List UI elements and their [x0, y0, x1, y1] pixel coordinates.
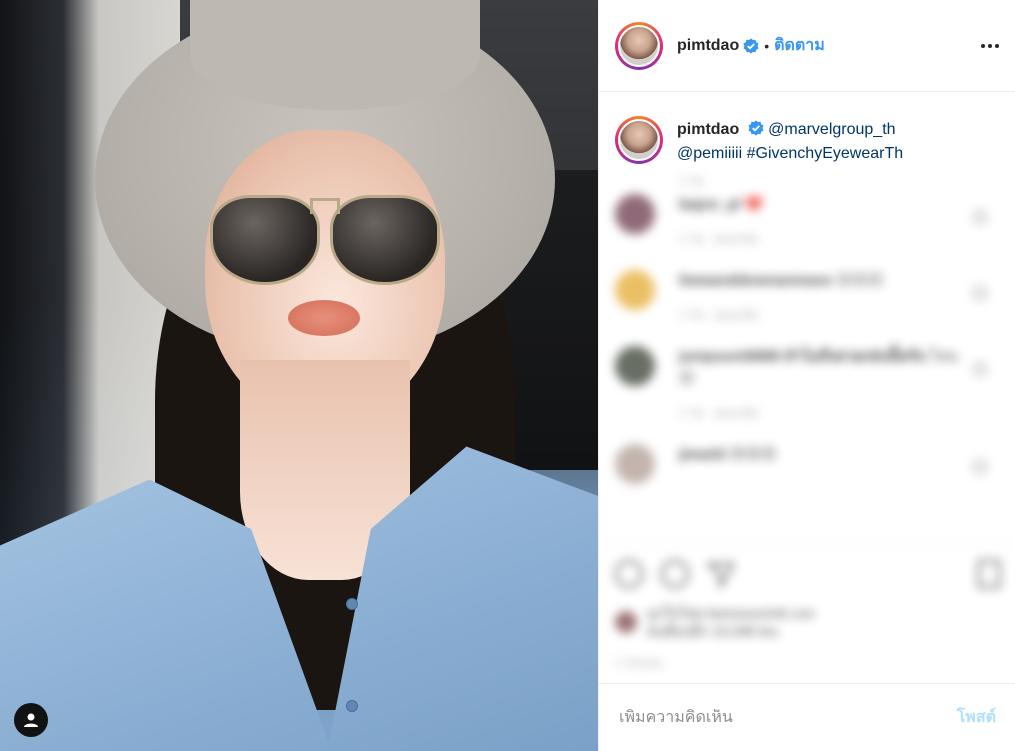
sunglasses-bridge — [310, 198, 340, 214]
comment-username[interactable]: jima33 — [679, 446, 726, 463]
reply-button[interactable]: ตอบกลับ — [714, 232, 759, 246]
comments-list: 1 วัน bajon_pl ❤️ 1 วัน ตอบกลับ liwwandd… — [599, 166, 1015, 484]
comment-time: 1 วัน — [679, 308, 704, 322]
separator-dot: • — [764, 37, 770, 54]
caption-username[interactable]: pimtdao — [677, 121, 739, 138]
comment-avatar[interactable] — [615, 194, 655, 234]
likes-count: คนอื่นๆอีก 15,048 คน — [647, 623, 778, 639]
comment-item: jumpsunt9888 ทำไมถึงสวยเช่นนี้ครับ ไหน 😊… — [615, 346, 999, 424]
sunglasses-lens-left — [210, 195, 320, 285]
like-comment-icon[interactable] — [973, 460, 987, 474]
heart-icon[interactable] — [615, 560, 643, 588]
shirt-button — [346, 598, 358, 610]
comment-username[interactable]: bajon_pl — [679, 196, 741, 213]
hashtag-link[interactable]: #GivenchyEyewearTh — [747, 145, 904, 162]
post-photo[interactable] — [0, 0, 598, 751]
sunglasses-lens-right — [330, 195, 440, 285]
save-bookmark-icon[interactable] — [978, 560, 1000, 588]
verified-badge-icon — [748, 120, 764, 136]
reply-button[interactable]: ตอบกลับ — [714, 406, 759, 420]
comment-avatar[interactable] — [615, 270, 655, 310]
likes-text: ถูกใจโดย bonosxunmit และ — [647, 605, 817, 621]
reply-button[interactable]: ตอบกลับ — [714, 308, 759, 322]
post-side-panel: pimtdao • ติดตาม pimtdao @marvelgroup_th… — [598, 0, 1015, 751]
comment-input[interactable] — [619, 708, 957, 727]
caption-avatar[interactable] — [615, 116, 663, 164]
likes-summary[interactable]: ถูกใจโดย bonosxunmit และ คนอื่นๆอีก 15,0… — [615, 604, 1000, 640]
mention-link[interactable]: @pemiiiii — [677, 145, 742, 162]
comment-text: ❤️ — [744, 196, 764, 213]
comment-text: 😊😊😊 — [836, 272, 884, 289]
like-comment-icon[interactable] — [973, 210, 987, 224]
add-comment-bar: โพสต์ — [599, 683, 1015, 751]
profile-avatar[interactable] — [615, 21, 663, 70]
liker-avatar — [615, 611, 637, 633]
comment-time: 1 วัน — [679, 232, 704, 246]
post-caption: pimtdao @marvelgroup_th @pemiiiii #Given… — [599, 92, 1015, 166]
hat-crown — [190, 0, 480, 110]
post-timestamp: 1 วันก่อน — [615, 656, 663, 670]
like-comment-icon[interactable] — [973, 286, 987, 300]
verified-badge-icon — [743, 38, 759, 53]
like-comment-icon[interactable] — [973, 362, 987, 376]
comment-text: 😍😍😍 — [729, 446, 777, 463]
comment-avatar[interactable] — [615, 346, 655, 386]
post-actions: ถูกใจโดย bonosxunmit และ คนอื่นๆอีก 15,0… — [599, 545, 1015, 683]
post-comment-button[interactable]: โพสต์ — [957, 705, 996, 730]
user-tag-icon — [24, 713, 38, 727]
post-header: pimtdao • ติดตาม — [599, 0, 1015, 92]
comment-item: bajon_pl ❤️ 1 วัน ตอบกลับ — [615, 194, 999, 250]
caption-timestamp: 1 วัน — [679, 174, 704, 188]
shirt-button — [346, 700, 358, 712]
comment-icon[interactable] — [661, 560, 689, 588]
comment-item: liwwanddownanmass 😊😊😊 1 วัน ตอบกลับ — [615, 270, 999, 326]
lips — [288, 300, 360, 336]
caption-text: pimtdao @marvelgroup_th @pemiiiii #Given… — [677, 116, 903, 166]
header-username[interactable]: pimtdao — [677, 37, 739, 55]
share-icon[interactable] — [707, 560, 735, 588]
user-tag-button[interactable] — [14, 703, 48, 737]
comment-username[interactable]: liwwanddownanmass — [679, 272, 832, 289]
more-options-icon[interactable] — [981, 43, 999, 48]
comment-avatar[interactable] — [615, 444, 655, 484]
comment-item: jima33 😍😍😍 — [615, 444, 999, 484]
mention-link[interactable]: @marvelgroup_th — [768, 121, 895, 138]
comment-username[interactable]: jumpsunt9888 ทำไมถึงสวยเช่นนี้ครับ — [679, 348, 926, 365]
follow-button[interactable]: ติดตาม — [774, 33, 825, 58]
comment-time: 1 วัน — [679, 406, 704, 420]
